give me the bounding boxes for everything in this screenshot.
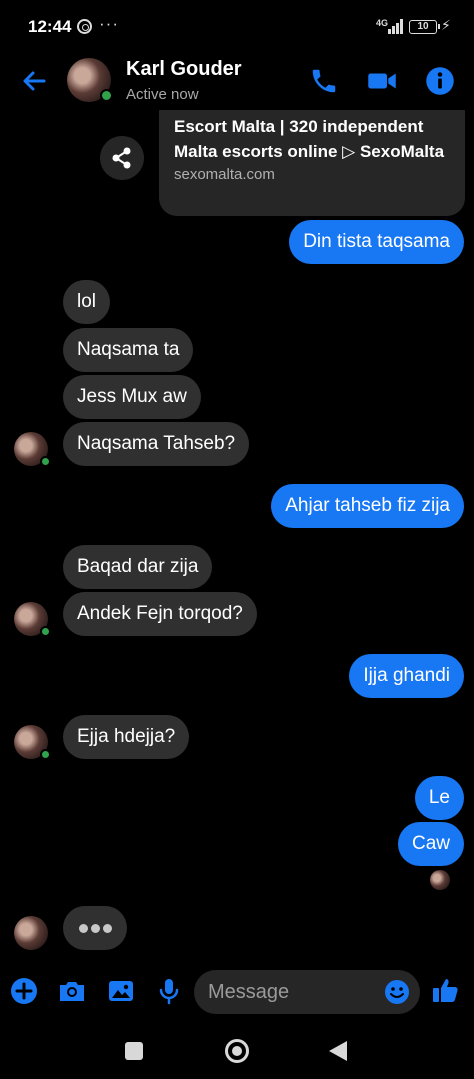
contact-name[interactable]: Karl Gouder xyxy=(126,58,242,81)
online-indicator xyxy=(40,749,51,760)
charging-icon: ⚡ xyxy=(441,17,451,33)
message-outgoing[interactable]: Din tista taqsama xyxy=(289,220,464,264)
sender-avatar[interactable] xyxy=(14,432,51,467)
chat-header: Karl Gouder Active now xyxy=(0,52,474,110)
message-incoming[interactable]: Jess Mux aw xyxy=(63,375,201,419)
message-incoming[interactable]: lol xyxy=(63,280,111,324)
online-indicator xyxy=(40,456,51,467)
typing-indicator xyxy=(63,906,127,950)
back-triangle-icon[interactable] xyxy=(329,1041,347,1061)
system-nav-bar xyxy=(0,1026,474,1079)
message-outgoing[interactable]: Le xyxy=(414,776,464,820)
arrow-left-icon[interactable] xyxy=(18,65,50,97)
message-incoming[interactable]: Naqsama Tahseb? xyxy=(63,422,250,466)
message-outgoing[interactable]: Caw xyxy=(397,822,464,866)
message-incoming[interactable]: Andek Fejn torqod? xyxy=(63,592,257,636)
info-icon[interactable] xyxy=(425,66,455,96)
camera-icon[interactable] xyxy=(57,976,87,1006)
link-preview-title: Escort Malta | 320 independent Malta esc… xyxy=(174,117,445,161)
message-input-placeholder: Message xyxy=(208,981,290,1003)
message-incoming[interactable]: Ejja hdejja? xyxy=(63,715,190,759)
plus-icon[interactable] xyxy=(9,976,39,1006)
status-time: 12:44 xyxy=(28,17,72,36)
seen-indicator-avatar xyxy=(430,870,450,890)
message-composer: Message xyxy=(0,958,474,1026)
hotspot-icon xyxy=(77,19,92,34)
online-indicator xyxy=(40,626,51,637)
online-indicator xyxy=(100,89,113,102)
home-icon[interactable] xyxy=(225,1039,249,1063)
video-camera-icon[interactable] xyxy=(367,66,397,96)
image-icon[interactable] xyxy=(106,976,136,1006)
message-incoming[interactable]: Baqad dar zija xyxy=(63,545,213,589)
microphone-icon[interactable] xyxy=(154,976,184,1006)
contact-status: Active now xyxy=(126,86,199,103)
signal-icon xyxy=(388,19,404,34)
more-notifications-icon: ··· xyxy=(99,14,119,33)
message-list[interactable]: Escort Malta | 320 independent Malta esc… xyxy=(0,110,474,958)
message-incoming[interactable]: Naqsama ta xyxy=(63,328,194,372)
thumbs-up-icon[interactable] xyxy=(431,976,461,1006)
message-outgoing[interactable]: Ahjar tahseb fiz zija xyxy=(271,484,464,528)
message-input[interactable]: Message xyxy=(194,970,420,1014)
link-preview-card[interactable]: Escort Malta | 320 independent Malta esc… xyxy=(159,110,465,216)
status-bar: 12:44 ··· 4G 10 ⚡ xyxy=(0,0,474,52)
recent-apps-icon[interactable] xyxy=(125,1042,143,1060)
battery-level: 10 xyxy=(409,20,440,34)
contact-avatar[interactable] xyxy=(67,58,113,102)
sender-avatar[interactable] xyxy=(14,916,48,950)
link-preview-domain: sexomalta.com xyxy=(174,166,275,183)
sender-avatar[interactable] xyxy=(14,725,51,760)
share-icon[interactable] xyxy=(100,136,144,180)
network-type: 4G xyxy=(376,18,389,28)
sender-avatar[interactable] xyxy=(14,602,51,637)
message-outgoing[interactable]: Ijja ghandi xyxy=(349,654,464,698)
phone-icon[interactable] xyxy=(309,66,339,96)
emoji-icon[interactable] xyxy=(384,979,410,1005)
